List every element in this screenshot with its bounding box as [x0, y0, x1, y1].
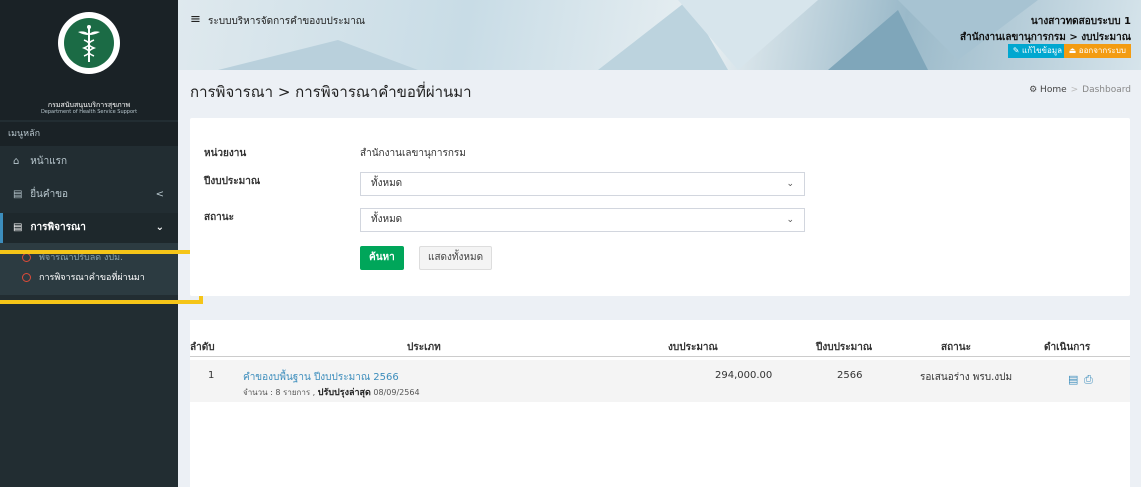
logout-label: ออกจากระบบ — [1078, 46, 1126, 55]
updated-date: 08/09/2564 — [373, 388, 420, 397]
cell-no: 1 — [208, 370, 215, 381]
logout-icon: ⏏ — [1068, 46, 1079, 55]
cell-status: รอเสนอร่าง พรบ.งปม — [920, 372, 1013, 383]
page-title: การพิจารณา > การพิจารณาคำขอที่ผ่านมา — [190, 83, 472, 101]
chevron-down-icon: ⌄ — [786, 215, 794, 225]
view-document-icon[interactable]: ▤ — [1068, 373, 1078, 386]
highlight-annotation — [0, 250, 203, 304]
top-navbar: ≡ ระบบบริหารจัดการคำของบประมาณ นางสาวทดส… — [178, 0, 1141, 70]
hamburger-icon[interactable]: ≡ — [190, 12, 201, 27]
unit-value: สำนักงานเลขานุการกรม — [360, 148, 466, 159]
logo-area: กรมสนับสนุนบริการสุขภาพ Department of He… — [0, 0, 178, 120]
results-table: ลำดับ ประเภท งบประมาณ ปีงบประมาณ สถานะ ด… — [190, 320, 1130, 487]
chevron-left-icon: < — [155, 189, 164, 200]
cell-year: 2566 — [837, 370, 863, 381]
table-header-divider — [190, 356, 1130, 357]
dashboard-icon: ⚙ — [1029, 85, 1038, 95]
updated-label: ปรับปรุงล่าสุด — [317, 388, 371, 398]
unit-label: หน่วยงาน — [204, 148, 247, 159]
sidebar-item-consideration[interactable]: ▤ การพิจารณา ⌄ — [0, 213, 178, 243]
year-select-value: ทั้งหมด — [371, 178, 403, 189]
request-type-link[interactable]: คำของบพื้นฐาน ปีงบประมาณ 2566 — [243, 370, 399, 385]
header-year: ปีงบประมาณ — [816, 342, 873, 353]
breadcrumb-separator: > — [1070, 85, 1079, 95]
chevron-down-icon: ⌄ — [786, 179, 794, 189]
document-icon: ▤ — [13, 189, 23, 200]
app-title: ระบบบริหารจัดการคำของบประมาณ — [208, 16, 366, 27]
breadcrumb: ⚙ Home > Dashboard — [1029, 85, 1131, 95]
menu-header: เมนูหลัก — [0, 122, 178, 146]
year-select[interactable]: ทั้งหมด ⌄ — [360, 172, 805, 196]
breadcrumb-current: Dashboard — [1082, 85, 1131, 95]
sidebar-item-label: การพิจารณา — [30, 222, 86, 233]
year-label: ปีงบประมาณ — [204, 176, 261, 187]
sidebar-item-home[interactable]: ⌂ หน้าแรก — [0, 147, 178, 177]
sidebar-item-submit-request[interactable]: ▤ ยื่นคำขอ < — [0, 180, 178, 210]
logo-text-en: Department of Health Service Support — [40, 109, 138, 115]
user-department: สำนักงานเลขานุการกรม > งบประมาณ — [960, 32, 1131, 43]
ministry-logo — [58, 12, 120, 74]
request-meta: จำนวน : 8 รายการ , ปรับปรุงล่าสุด 08/09/… — [243, 385, 420, 399]
edit-icon: ✎ — [1012, 46, 1023, 55]
home-icon: ⌂ — [13, 156, 20, 167]
user-name: นางสาวทดสอบระบบ 1 — [1030, 16, 1131, 27]
logout-button[interactable]: ⏏ ออกจากระบบ — [1063, 44, 1131, 58]
chevron-down-icon: ⌄ — [155, 222, 164, 233]
breadcrumb-home-link[interactable]: Home — [1040, 85, 1067, 95]
filter-panel: หน่วยงาน สำนักงานเลขานุการกรม ปีงบประมาณ… — [190, 118, 1130, 296]
show-all-button[interactable]: แสดงทั้งหมด — [419, 246, 493, 270]
header-budget: งบประมาณ — [668, 342, 718, 353]
header-type: ประเภท — [407, 342, 441, 353]
sidebar-item-label: หน้าแรก — [30, 156, 68, 167]
search-button[interactable]: ค้นหา — [360, 246, 404, 270]
header-action: ดำเนินการ — [1044, 342, 1091, 353]
header-status: สถานะ — [941, 342, 971, 353]
document-icon: ▤ — [13, 222, 23, 233]
sidebar: กรมสนับสนุนบริการสุขภาพ Department of He… — [0, 0, 178, 487]
cell-budget: 294,000.00 — [715, 370, 773, 381]
status-select[interactable]: ทั้งหมด ⌄ — [360, 208, 805, 232]
edit-profile-button[interactable]: ✎ แก้ไขข้อมูล — [1007, 44, 1067, 58]
item-count: จำนวน : 8 รายการ , — [243, 388, 316, 397]
sidebar-item-label: ยื่นคำขอ — [30, 189, 69, 200]
header-no: ลำดับ — [190, 342, 215, 353]
edit-profile-label: แก้ไขข้อมูล — [1022, 46, 1062, 55]
table-row: 1 คำของบพื้นฐาน ปีงบประมาณ 2566 จำนวน : … — [190, 360, 1130, 402]
status-select-value: ทั้งหมด — [371, 214, 403, 225]
caduceus-icon — [78, 25, 100, 62]
status-label: สถานะ — [204, 212, 234, 223]
print-icon[interactable]: ⎙ — [1084, 373, 1093, 387]
